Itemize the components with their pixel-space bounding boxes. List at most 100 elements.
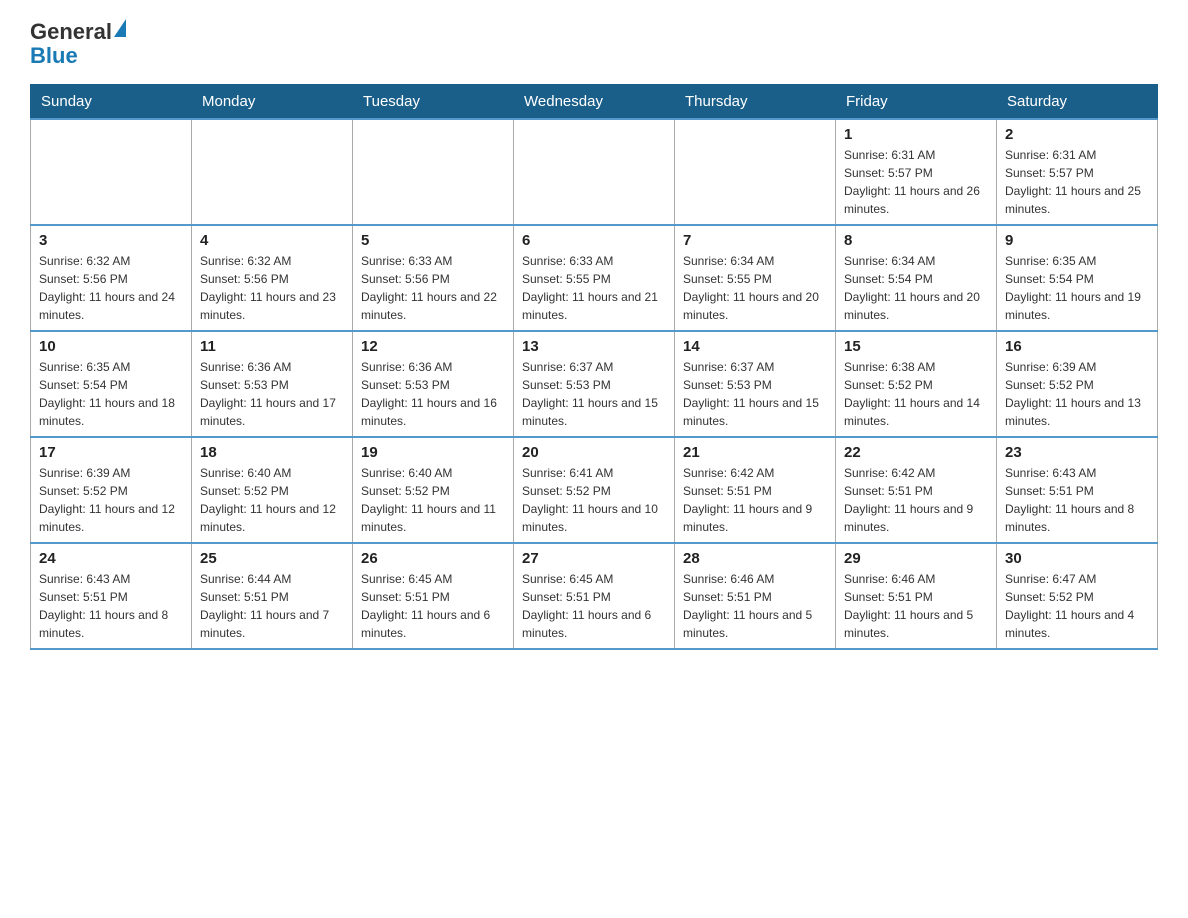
day-number: 18 <box>200 444 344 461</box>
calendar-cell: 26 Sunrise: 6:45 AMSunset: 5:51 PMDayligh… <box>353 543 514 649</box>
day-number: 10 <box>39 338 183 355</box>
day-info: Sunrise: 6:35 AMSunset: 5:54 PMDaylight:… <box>39 358 183 430</box>
day-info: Sunrise: 6:46 AMSunset: 5:51 PMDaylight:… <box>683 570 827 642</box>
day-info: Sunrise: 6:33 AMSunset: 5:56 PMDaylight:… <box>361 252 505 324</box>
day-number: 3 <box>39 232 183 249</box>
day-info: Sunrise: 6:43 AMSunset: 5:51 PMDaylight:… <box>39 570 183 642</box>
day-number: 9 <box>1005 232 1149 249</box>
day-info: Sunrise: 6:37 AMSunset: 5:53 PMDaylight:… <box>522 358 666 430</box>
calendar-cell <box>353 119 514 225</box>
weekday-header-thursday: Thursday <box>675 85 836 120</box>
day-info: Sunrise: 6:36 AMSunset: 5:53 PMDaylight:… <box>361 358 505 430</box>
weekday-header-friday: Friday <box>836 85 997 120</box>
day-number: 16 <box>1005 338 1149 355</box>
day-info: Sunrise: 6:42 AMSunset: 5:51 PMDaylight:… <box>683 464 827 536</box>
calendar-cell: 22 Sunrise: 6:42 AMSunset: 5:51 PMDayligh… <box>836 437 997 543</box>
calendar-cell: 7Sunrise: 6:34 AMSunset: 5:55 PMDaylight… <box>675 225 836 331</box>
day-info: Sunrise: 6:45 AMSunset: 5:51 PMDaylight:… <box>361 570 505 642</box>
weekday-header-row: SundayMondayTuesdayWednesdayThursdayFrid… <box>31 85 1158 120</box>
day-info: Sunrise: 6:41 AMSunset: 5:52 PMDaylight:… <box>522 464 666 536</box>
day-info: Sunrise: 6:31 AMSunset: 5:57 PMDaylight:… <box>1005 146 1149 218</box>
calendar-week-5: 24Sunrise: 6:43 AMSunset: 5:51 PMDayligh… <box>31 543 1158 649</box>
calendar-cell: 6Sunrise: 6:33 AMSunset: 5:55 PMDaylight… <box>514 225 675 331</box>
day-number: 6 <box>522 232 666 249</box>
logo-triangle-icon <box>114 19 126 37</box>
day-number: 25 <box>200 550 344 567</box>
day-number: 14 <box>683 338 827 355</box>
calendar-cell: 25 Sunrise: 6:44 AMSunset: 5:51 PMDayligh… <box>192 543 353 649</box>
day-info: Sunrise: 6:39 AMSunset: 5:52 PMDaylight:… <box>39 464 183 536</box>
day-info: Sunrise: 6:35 AMSunset: 5:54 PMDaylight:… <box>1005 252 1149 324</box>
day-number: 21 <box>683 444 827 461</box>
calendar-week-2: 3 Sunrise: 6:32 AMSunset: 5:56 PMDaylight… <box>31 225 1158 331</box>
day-number: 19 <box>361 444 505 461</box>
calendar-cell: 13 Sunrise: 6:37 AMSunset: 5:53 PMDayligh… <box>514 331 675 437</box>
day-number: 13 <box>522 338 666 355</box>
day-info: Sunrise: 6:40 AMSunset: 5:52 PMDaylight:… <box>361 464 505 536</box>
calendar-cell <box>31 119 192 225</box>
weekday-header-monday: Monday <box>192 85 353 120</box>
day-number: 26 <box>361 550 505 567</box>
calendar-cell: 12 Sunrise: 6:36 AMSunset: 5:53 PMDayligh… <box>353 331 514 437</box>
day-info: Sunrise: 6:45 AMSunset: 5:51 PMDaylight:… <box>522 570 666 642</box>
day-number: 11 <box>200 338 344 355</box>
day-number: 8 <box>844 232 988 249</box>
calendar-cell: 10 Sunrise: 6:35 AMSunset: 5:54 PMDayligh… <box>31 331 192 437</box>
day-number: 1 <box>844 126 988 143</box>
calendar-cell: 8 Sunrise: 6:34 AMSunset: 5:54 PMDaylight… <box>836 225 997 331</box>
day-number: 23 <box>1005 444 1149 461</box>
day-info: Sunrise: 6:38 AMSunset: 5:52 PMDaylight:… <box>844 358 988 430</box>
calendar-cell: 20 Sunrise: 6:41 AMSunset: 5:52 PMDayligh… <box>514 437 675 543</box>
calendar-cell: 16 Sunrise: 6:39 AMSunset: 5:52 PMDayligh… <box>997 331 1158 437</box>
logo-blue-text: Blue <box>30 43 78 68</box>
calendar-cell: 17 Sunrise: 6:39 AMSunset: 5:52 PMDayligh… <box>31 437 192 543</box>
day-info: Sunrise: 6:43 AMSunset: 5:51 PMDaylight:… <box>1005 464 1149 536</box>
day-info: Sunrise: 6:47 AMSunset: 5:52 PMDaylight:… <box>1005 570 1149 642</box>
day-info: Sunrise: 6:32 AMSunset: 5:56 PMDaylight:… <box>200 252 344 324</box>
day-number: 2 <box>1005 126 1149 143</box>
calendar-cell: 29Sunrise: 6:46 AMSunset: 5:51 PMDayligh… <box>836 543 997 649</box>
day-info: Sunrise: 6:34 AMSunset: 5:55 PMDaylight:… <box>683 252 827 324</box>
calendar-cell: 24Sunrise: 6:43 AMSunset: 5:51 PMDayligh… <box>31 543 192 649</box>
weekday-header-sunday: Sunday <box>31 85 192 120</box>
weekday-header-wednesday: Wednesday <box>514 85 675 120</box>
day-info: Sunrise: 6:46 AMSunset: 5:51 PMDaylight:… <box>844 570 988 642</box>
day-number: 22 <box>844 444 988 461</box>
page-header: General Blue <box>30 20 1158 68</box>
day-info: Sunrise: 6:34 AMSunset: 5:54 PMDaylight:… <box>844 252 988 324</box>
day-info: Sunrise: 6:32 AMSunset: 5:56 PMDaylight:… <box>39 252 183 324</box>
calendar-cell: 11 Sunrise: 6:36 AMSunset: 5:53 PMDayligh… <box>192 331 353 437</box>
day-info: Sunrise: 6:42 AMSunset: 5:51 PMDaylight:… <box>844 464 988 536</box>
calendar-cell: 27 Sunrise: 6:45 AMSunset: 5:51 PMDayligh… <box>514 543 675 649</box>
day-number: 12 <box>361 338 505 355</box>
calendar-cell: 3 Sunrise: 6:32 AMSunset: 5:56 PMDaylight… <box>31 225 192 331</box>
calendar-cell: 1 Sunrise: 6:31 AMSunset: 5:57 PMDaylight… <box>836 119 997 225</box>
day-number: 20 <box>522 444 666 461</box>
calendar-cell: 21 Sunrise: 6:42 AMSunset: 5:51 PMDayligh… <box>675 437 836 543</box>
day-number: 27 <box>522 550 666 567</box>
calendar-cell: 18 Sunrise: 6:40 AMSunset: 5:52 PMDayligh… <box>192 437 353 543</box>
calendar-cell: 4Sunrise: 6:32 AMSunset: 5:56 PMDaylight… <box>192 225 353 331</box>
calendar-body: 1 Sunrise: 6:31 AMSunset: 5:57 PMDaylight… <box>31 119 1158 649</box>
calendar-week-1: 1 Sunrise: 6:31 AMSunset: 5:57 PMDaylight… <box>31 119 1158 225</box>
day-info: Sunrise: 6:44 AMSunset: 5:51 PMDaylight:… <box>200 570 344 642</box>
calendar-table: SundayMondayTuesdayWednesdayThursdayFrid… <box>30 84 1158 650</box>
day-number: 15 <box>844 338 988 355</box>
calendar-week-4: 17 Sunrise: 6:39 AMSunset: 5:52 PMDayligh… <box>31 437 1158 543</box>
day-number: 17 <box>39 444 183 461</box>
calendar-cell: 23 Sunrise: 6:43 AMSunset: 5:51 PMDayligh… <box>997 437 1158 543</box>
calendar-week-3: 10 Sunrise: 6:35 AMSunset: 5:54 PMDayligh… <box>31 331 1158 437</box>
calendar-cell <box>514 119 675 225</box>
calendar-cell: 28Sunrise: 6:46 AMSunset: 5:51 PMDayligh… <box>675 543 836 649</box>
calendar-cell: 30Sunrise: 6:47 AMSunset: 5:52 PMDayligh… <box>997 543 1158 649</box>
day-info: Sunrise: 6:40 AMSunset: 5:52 PMDaylight:… <box>200 464 344 536</box>
day-number: 5 <box>361 232 505 249</box>
calendar-cell: 19 Sunrise: 6:40 AMSunset: 5:52 PMDayligh… <box>353 437 514 543</box>
calendar-cell: 2 Sunrise: 6:31 AMSunset: 5:57 PMDaylight… <box>997 119 1158 225</box>
calendar-cell: 15 Sunrise: 6:38 AMSunset: 5:52 PMDayligh… <box>836 331 997 437</box>
day-info: Sunrise: 6:39 AMSunset: 5:52 PMDaylight:… <box>1005 358 1149 430</box>
day-info: Sunrise: 6:31 AMSunset: 5:57 PMDaylight:… <box>844 146 988 218</box>
day-info: Sunrise: 6:36 AMSunset: 5:53 PMDaylight:… <box>200 358 344 430</box>
calendar-cell <box>675 119 836 225</box>
day-info: Sunrise: 6:37 AMSunset: 5:53 PMDaylight:… <box>683 358 827 430</box>
